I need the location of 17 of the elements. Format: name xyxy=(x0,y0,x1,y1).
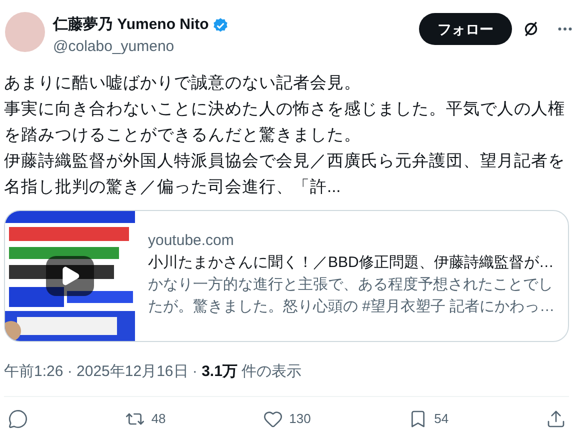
link-title: 小川たまかさんに聞く！／BBD修正問題、伊藤詩織監督が… xyxy=(148,252,555,272)
link-card[interactable]: youtube.com 小川たまかさんに聞く！／BBD修正問題、伊藤詩織監督が… かなり一方的な進行と主張で、ある程度予想されたことでしたが。驚きました。怒り心頭の #望月衣塑子 記者にかわっ… xyxy=(4,210,569,342)
like-action[interactable]: 130 xyxy=(263,408,311,428)
play-icon[interactable] xyxy=(46,256,94,296)
author-name[interactable]: 仁藤夢乃 Yumeno Nito xyxy=(53,14,209,36)
repost-action[interactable]: 48 xyxy=(125,408,166,428)
post-meta: 午前1:26 · 2025年12月16日 · 3.1万 件の表示 xyxy=(4,362,303,382)
author-handle[interactable]: @colabo_yumeno xyxy=(53,36,419,56)
post-text: 事実に向き合わないことに決めた人の怖さを感じました。平気で人の人権を踏みつけることができるんだと驚きました。 xyxy=(4,98,566,146)
post-text: 伊藤詩織監督が外国人特派員協会で会見／西廣氏ら元弁護団、望月記者を名指し批判の驚き／偏った司会進行、「許... xyxy=(4,150,566,198)
link-domain: youtube.com xyxy=(148,230,235,250)
heart-icon xyxy=(263,408,284,428)
slashed-circle-icon[interactable] xyxy=(522,20,540,38)
follow-button[interactable]: フォロー xyxy=(419,13,512,45)
link-description: かなり一方的な進行と主張で、ある程度予想されたことでしたが。驚きました。怒り心頭の #望月衣塑子 記者にかわっ… xyxy=(148,274,556,316)
post-text: あまりに酷い嘘ばかりで誠意のない記者会見。 xyxy=(4,72,362,94)
bookmark-action[interactable]: 54 xyxy=(408,408,449,428)
